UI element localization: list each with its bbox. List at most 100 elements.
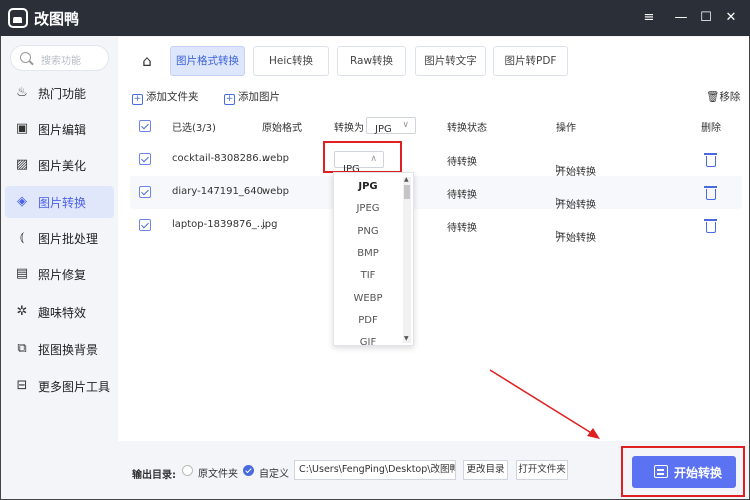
file-format: jpg bbox=[262, 219, 278, 230]
format-dropdown-list[interactable]: JPG JPEG PNG BMP TIF WEBP PDF GIF ▲ ▼ bbox=[333, 172, 414, 346]
file-format: webp bbox=[262, 186, 290, 197]
table-row: laptop-1839876_... jpg 待转换 ▷ 开始转换 bbox=[130, 209, 742, 244]
table-row: cocktail-8308286... webp JPG ∧ 待转换 ▷ 开始转换 bbox=[130, 143, 742, 178]
header-selected: 已选(3/3) bbox=[172, 123, 216, 134]
header-status: 转换状态 bbox=[447, 123, 487, 134]
sidebar-item-photo-repair[interactable]: ▤ 照片修复 bbox=[5, 258, 114, 290]
tab-image-to-text[interactable]: 图片转文字 bbox=[415, 46, 486, 76]
dropdown-scrollbar[interactable]: ▲ ▼ bbox=[403, 176, 411, 343]
scroll-down-icon[interactable]: ▼ bbox=[404, 335, 409, 342]
header-original-format: 原始格式 bbox=[262, 123, 302, 134]
dropdown-option[interactable]: JPEG bbox=[334, 198, 402, 220]
home-icon[interactable]: ⌂ bbox=[138, 52, 156, 70]
sidebar-item-label: 热门功能 bbox=[38, 87, 87, 101]
add-folder-button[interactable]: + 添加文件夹 bbox=[132, 89, 199, 105]
cutout-icon: ⧉ bbox=[17, 341, 27, 356]
dropdown-option[interactable]: BMP bbox=[334, 243, 402, 265]
sidebar-item-image-beautify[interactable]: ▨ 图片美化 bbox=[5, 149, 114, 181]
convert-icon bbox=[654, 465, 668, 478]
output-label: 输出目录: bbox=[132, 470, 176, 481]
sidebar-item-label: 图片批处理 bbox=[38, 232, 99, 246]
dropdown-option[interactable]: PDF bbox=[334, 310, 402, 332]
image-convert-icon: ◈ bbox=[17, 194, 27, 209]
tab-image-format-convert[interactable]: 图片格式转换 bbox=[170, 46, 245, 76]
file-name: cocktail-8308286... bbox=[172, 153, 269, 164]
maximize-icon[interactable]: ☐ bbox=[697, 9, 715, 27]
file-format: webp bbox=[262, 153, 290, 164]
sidebar-item-label: 图片转换 bbox=[38, 196, 87, 210]
sidebar-item-label: 趣味特效 bbox=[38, 306, 87, 320]
fire-icon: ♨ bbox=[16, 85, 28, 100]
main-panel: ⌂ 图片格式转换 Heic转换 Raw转换 图片转文字 图片转PDF + 添加文件… bbox=[118, 37, 749, 441]
select-all-checkbox[interactable] bbox=[139, 120, 151, 132]
add-image-icon: + bbox=[224, 94, 235, 105]
chevron-down-icon: ∨ bbox=[402, 120, 409, 130]
sidebar-item-cutout[interactable]: ⧉ 抠图换背景 bbox=[5, 333, 114, 365]
sidebar-item-fire[interactable]: ♨ 热门功能 bbox=[5, 77, 114, 109]
change-dir-button[interactable]: 更改目录 bbox=[463, 460, 508, 480]
search-placeholder: 搜索功能 bbox=[41, 56, 81, 67]
close-icon[interactable]: ✕ bbox=[722, 9, 740, 27]
batch-icon: ⦅ bbox=[19, 230, 25, 245]
table-header: 已选(3/3) 原始格式 转换为 JPG ∨ 转换状态 操作 删除 bbox=[130, 115, 742, 137]
scroll-thumb[interactable] bbox=[404, 185, 410, 199]
dropdown-option[interactable]: GIF bbox=[334, 332, 402, 345]
toolbox-icon: ⊟ bbox=[16, 378, 28, 393]
trash-icon: 🗑 bbox=[706, 91, 720, 103]
open-folder-button[interactable]: 打开文件夹 bbox=[516, 460, 568, 480]
sidebar-item-label: 更多图片工具 bbox=[38, 380, 111, 394]
add-image-button[interactable]: + 添加图片 bbox=[224, 89, 280, 105]
radio-custom[interactable] bbox=[243, 465, 254, 476]
sidebar-item-image-convert[interactable]: ◈ 图片转换 bbox=[5, 186, 114, 218]
file-name: laptop-1839876_... bbox=[172, 219, 267, 230]
convert-status: 待转换 bbox=[447, 157, 477, 168]
sidebar-item-batch[interactable]: ⦅ 图片批处理 bbox=[5, 222, 114, 254]
output-path-field[interactable]: C:\Users\FengPing\Desktop\改图鸭 bbox=[294, 460, 456, 480]
title-bar: 改图鸭 ≡ — ☐ ✕ bbox=[0, 0, 750, 36]
file-name: diary-147191_640 bbox=[172, 186, 263, 197]
convert-status: 待转换 bbox=[447, 190, 477, 201]
option-custom-label: 自定义 bbox=[259, 469, 289, 480]
row-checkbox[interactable] bbox=[139, 186, 151, 198]
row-checkbox[interactable] bbox=[139, 153, 151, 165]
radio-original-folder[interactable] bbox=[182, 465, 193, 476]
sidebar-item-label: 图片美化 bbox=[38, 159, 87, 173]
search-icon bbox=[20, 52, 31, 63]
dropdown-option[interactable]: WEBP bbox=[334, 288, 402, 310]
menu-icon[interactable]: ≡ bbox=[640, 9, 658, 27]
sidebar-item-toolbox[interactable]: ⊟ 更多图片工具 bbox=[5, 370, 114, 402]
remove-button[interactable]: 🗑移除 bbox=[706, 89, 740, 104]
image-edit-icon: ▣ bbox=[15, 121, 29, 136]
app-logo-icon bbox=[8, 8, 28, 28]
sidebar: 搜索功能 ♨ 热门功能 ▣ 图片编辑 ▨ 图片美化 ◈ 图片转换 ⦅ 图片批处理 ▤ 照片修复 ✲ 趣味特… bbox=[1, 36, 117, 499]
app-title: 改图鸭 bbox=[34, 10, 80, 28]
minimize-icon[interactable]: — bbox=[672, 9, 690, 27]
annotation-highlight-box bbox=[323, 141, 402, 173]
row-checkbox[interactable] bbox=[139, 219, 151, 231]
table-row: diary-147191_640 webp 待转换 ▷ 开始转换 bbox=[130, 176, 742, 211]
option-original-label: 原文件夹 bbox=[198, 469, 238, 480]
header-convert-to: 转换为 bbox=[334, 123, 364, 134]
start-convert-button[interactable]: 开始转换 bbox=[632, 456, 736, 488]
delete-icon[interactable] bbox=[704, 186, 717, 200]
add-folder-icon: + bbox=[132, 94, 143, 105]
search-input[interactable]: 搜索功能 bbox=[10, 45, 109, 71]
sidebar-item-sparkle[interactable]: ✲ 趣味特效 bbox=[5, 296, 114, 328]
delete-icon[interactable] bbox=[704, 219, 717, 233]
header-delete: 删除 bbox=[701, 123, 721, 134]
photo-repair-icon: ▤ bbox=[15, 266, 29, 281]
dropdown-option[interactable]: JPG bbox=[334, 176, 402, 198]
tab-image-to-pdf[interactable]: 图片转PDF bbox=[493, 46, 568, 76]
sparkle-icon: ✲ bbox=[16, 304, 28, 319]
tab-raw-convert[interactable]: Raw转换 bbox=[337, 46, 406, 76]
tab-heic-convert[interactable]: Heic转换 bbox=[253, 46, 329, 76]
scroll-up-icon[interactable]: ▲ bbox=[404, 176, 409, 183]
sidebar-item-image-edit[interactable]: ▣ 图片编辑 bbox=[5, 113, 114, 145]
sidebar-item-label: 图片编辑 bbox=[38, 123, 87, 137]
dropdown-option[interactable]: PNG bbox=[334, 221, 402, 243]
sidebar-item-label: 抠图换背景 bbox=[38, 343, 99, 357]
convert-all-select[interactable]: JPG ∨ bbox=[366, 117, 416, 135]
image-beautify-icon: ▨ bbox=[15, 157, 29, 172]
delete-icon[interactable] bbox=[704, 153, 717, 167]
dropdown-option[interactable]: TIF bbox=[334, 265, 402, 287]
